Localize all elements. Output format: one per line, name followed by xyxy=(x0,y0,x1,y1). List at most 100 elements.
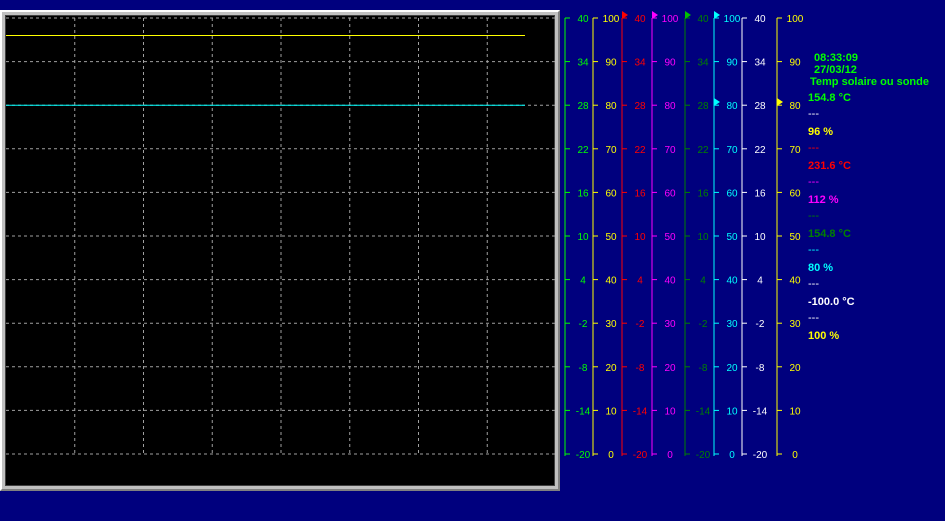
axis-tick-label: 100 xyxy=(662,14,679,25)
axis-tick-label: -2 xyxy=(756,319,765,330)
axis-tick-label: 60 xyxy=(789,188,801,199)
x-tick-date: 27/03/12 xyxy=(405,473,448,485)
axis-tick-label: 28 xyxy=(754,101,766,112)
axis-tick-label: 90 xyxy=(664,58,676,69)
readout-value: 80 % xyxy=(808,262,834,274)
axis-tick-label: 10 xyxy=(754,232,766,243)
axis-tick-label: 20 xyxy=(664,363,676,374)
axis-tick-label: 60 xyxy=(664,188,676,199)
axis-tick-label: 50 xyxy=(664,232,676,243)
axis-tick-label: 40 xyxy=(605,276,617,287)
readout-value: 112 % xyxy=(808,194,839,206)
x-tick-time: 00:14:23 xyxy=(125,461,168,473)
axis-tick-label: 50 xyxy=(726,232,738,243)
axis-tick-label: 40 xyxy=(789,276,801,287)
axis-tick-label: 0 xyxy=(729,450,735,461)
axis-tick-label: 30 xyxy=(664,319,676,330)
axis-tick-label: 40 xyxy=(634,14,646,25)
axis-tick-label: 50 xyxy=(605,232,617,243)
axis-tick-label: 10 xyxy=(634,232,646,243)
axis-tick-label: 16 xyxy=(754,188,766,199)
axis-tick-label: 70 xyxy=(664,145,676,156)
axis-tick-label: 10 xyxy=(605,406,617,417)
readout-value: -100.0 °C xyxy=(808,296,855,308)
x-tick-date: 27/03/12 xyxy=(195,473,238,485)
axis-tick-label: 4 xyxy=(580,276,586,287)
axis-tick-label: 16 xyxy=(634,188,646,199)
x-tick-time: 06:21:34 xyxy=(405,461,448,473)
readout-value: 154.8 °C xyxy=(808,92,851,104)
x-tick-time: 04:49:37 xyxy=(335,461,378,473)
readout-value: 154.8 °C xyxy=(808,228,851,240)
axis-tick-label: 90 xyxy=(726,58,738,69)
axis-tick-label: 34 xyxy=(754,58,766,69)
readout-time: 08:33:09 xyxy=(814,52,859,64)
axis-tick-label: 4 xyxy=(757,276,763,287)
axis-tick-label: 70 xyxy=(789,145,801,156)
axis-tick-label: -2 xyxy=(636,319,645,330)
readout-separator: --- xyxy=(808,142,819,154)
axis-tick-label: 34 xyxy=(697,58,709,69)
axis-tick-label: -20 xyxy=(576,450,591,461)
axis-tick-label: 34 xyxy=(634,58,646,69)
axis-tick-label: 40 xyxy=(577,14,589,25)
x-tick-time: 03:18:18 xyxy=(265,461,308,473)
axis-tick-label: 0 xyxy=(667,450,673,461)
axis-tick-label: 16 xyxy=(697,188,709,199)
chart-svg: 22:40:0626/03/1200:14:2327/03/1201:45:58… xyxy=(6,11,804,485)
readout-separator: --- xyxy=(808,244,819,256)
readout-separator: --- xyxy=(808,210,819,222)
axis-tick-label: 16 xyxy=(577,188,589,199)
axis-tick-label: 22 xyxy=(577,145,589,156)
axis-tick-label: 10 xyxy=(697,232,709,243)
axis-tick-label: 90 xyxy=(605,58,617,69)
axis-tick-label: 28 xyxy=(697,101,709,112)
axis-tick-label: -2 xyxy=(699,319,708,330)
axis-tick-label: -14 xyxy=(753,406,768,417)
axis-tick-label: 100 xyxy=(724,14,741,25)
axis-tick-label: 70 xyxy=(605,145,617,156)
axis-tick-label: 40 xyxy=(726,276,738,287)
axis-tick-label: 4 xyxy=(637,276,643,287)
axis-tick-label: 30 xyxy=(605,319,617,330)
axis-tick-label: 22 xyxy=(754,145,766,156)
readout-separator: --- xyxy=(808,312,819,324)
axis-tick-label: -20 xyxy=(753,450,768,461)
axis-tick-label: 20 xyxy=(726,363,738,374)
axis-tick-label: 20 xyxy=(789,363,801,374)
readout-date: 27/03/12 xyxy=(814,64,857,76)
axis-tick-label: 100 xyxy=(787,14,804,25)
axis-tick-label: 10 xyxy=(577,232,589,243)
axis-tick-label: 80 xyxy=(726,101,738,112)
axis-tick-label: 80 xyxy=(605,101,617,112)
axis-tick-label: 30 xyxy=(789,319,801,330)
axis-tick-label: -14 xyxy=(633,406,648,417)
axis-tick-label: 34 xyxy=(577,58,589,69)
axis-tick-label: -2 xyxy=(579,319,588,330)
axis-tick-label: -8 xyxy=(636,363,645,374)
axis-tick-label: -8 xyxy=(579,363,588,374)
axis-tick-label: 40 xyxy=(754,14,766,25)
axis-tick-label: -14 xyxy=(696,406,711,417)
x-tick-date: 27/03/12 xyxy=(475,473,518,485)
axis-tick-label: -20 xyxy=(696,450,711,461)
axis-tick-label: 60 xyxy=(605,188,617,199)
axis-tick-label: 0 xyxy=(792,450,798,461)
x-tick-date: 27/03/12 xyxy=(265,473,308,485)
axis-tick-label: 60 xyxy=(726,188,738,199)
readout-value: 100 % xyxy=(808,330,840,342)
axis-tick-label: 70 xyxy=(726,145,738,156)
axis-tick-label: 4 xyxy=(700,276,706,287)
axis-tick-label: 28 xyxy=(577,101,589,112)
x-tick-time: 22:40:06 xyxy=(55,461,98,473)
axis-tick-label: -14 xyxy=(576,406,591,417)
axis-tick-label: 30 xyxy=(726,319,738,330)
axis-tick-label: 40 xyxy=(697,14,709,25)
readout-value: 231.6 °C xyxy=(808,160,851,172)
axis-tick-label: 80 xyxy=(789,101,801,112)
axis-tick-label: 90 xyxy=(789,58,801,69)
axis-tick-label: 40 xyxy=(664,276,676,287)
readout-value: 96 % xyxy=(808,126,834,138)
axis-tick-label: -20 xyxy=(633,450,648,461)
axis-tick-label: 22 xyxy=(634,145,646,156)
